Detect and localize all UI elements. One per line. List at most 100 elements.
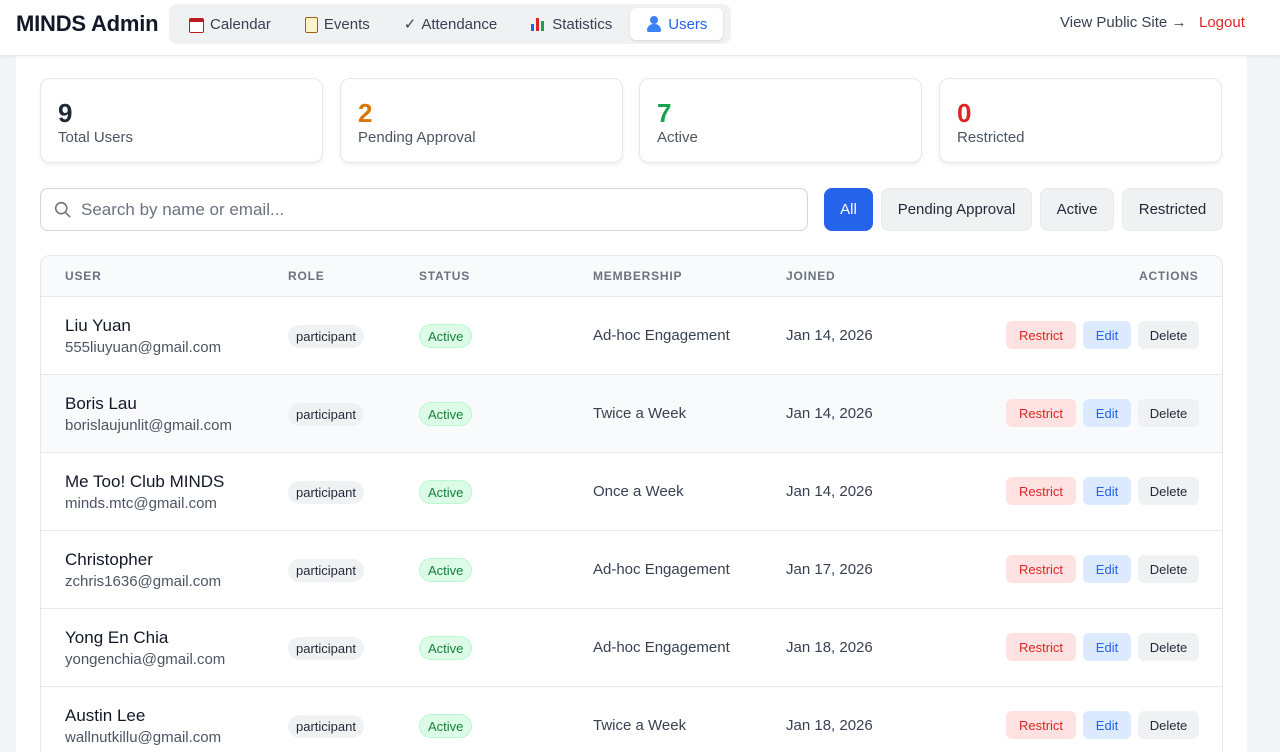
nav-tab-label: Calendar xyxy=(210,15,271,33)
user-email: minds.mtc@gmail.com xyxy=(65,495,217,512)
joined-date: Jan 18, 2026 xyxy=(786,717,873,734)
user-email: yongenchia@gmail.com xyxy=(65,651,226,668)
table-row: Boris Lau borislaujunlit@gmail.com parti… xyxy=(41,375,1222,453)
edit-button[interactable]: Edit xyxy=(1083,633,1131,661)
membership-cell: Ad-hoc Engagement xyxy=(593,327,730,344)
column-header-actions: ACTIONS xyxy=(1139,269,1199,283)
status-badge: Active xyxy=(419,324,473,348)
calendar-icon xyxy=(189,17,204,33)
table-row: Liu Yuan 555liuyuan@gmail.com participan… xyxy=(41,297,1222,375)
delete-button[interactable]: Delete xyxy=(1138,633,1199,661)
stat-card-pending-approval: 2 Pending Approval xyxy=(340,78,623,163)
membership-cell: Ad-hoc Engagement xyxy=(593,561,730,578)
delete-button[interactable]: Delete xyxy=(1138,555,1199,583)
role-badge: participant xyxy=(288,403,364,426)
table-row: Christopher zchris1636@gmail.com partici… xyxy=(41,531,1222,609)
search-icon xyxy=(54,201,71,218)
joined-date: Jan 18, 2026 xyxy=(786,639,873,656)
user-email: zchris1636@gmail.com xyxy=(65,573,222,590)
check-icon: ✓ xyxy=(403,16,417,33)
joined-date: Jan 14, 2026 xyxy=(786,327,873,344)
stat-card-active: 7 Active xyxy=(639,78,922,163)
nav-tab-statistics[interactable]: Statistics xyxy=(515,8,628,40)
edit-button[interactable]: Edit xyxy=(1083,321,1131,349)
nav-tab-calendar[interactable]: Calendar xyxy=(173,8,287,40)
edit-button[interactable]: Edit xyxy=(1083,399,1131,427)
edit-button[interactable]: Edit xyxy=(1083,711,1131,739)
role-badge: participant xyxy=(288,325,364,348)
users-panel: 9 Total Users 2 Pending Approval 7 Activ… xyxy=(16,56,1247,752)
restrict-button[interactable]: Restrict xyxy=(1006,711,1076,739)
column-header-user[interactable]: USER xyxy=(65,269,102,283)
nav-tab-attendance[interactable]: ✓ Attendance xyxy=(388,8,513,40)
delete-button[interactable]: Delete xyxy=(1138,711,1199,739)
delete-button[interactable]: Delete xyxy=(1138,321,1199,349)
column-header-status[interactable]: STATUS xyxy=(419,269,470,283)
nav-tab-events[interactable]: Events xyxy=(289,8,386,40)
bar-chart-icon xyxy=(531,17,546,31)
nav-tab-label: Users xyxy=(668,15,708,33)
status-badge: Active xyxy=(419,402,473,426)
status-badge: Active xyxy=(419,714,473,738)
restrict-button[interactable]: Restrict xyxy=(1006,555,1076,583)
stat-value: 9 xyxy=(58,98,73,128)
user-name: Austin Lee xyxy=(65,706,146,725)
table-row: Me Too! Club MINDS minds.mtc@gmail.com p… xyxy=(41,453,1222,531)
filter-active-button[interactable]: Active xyxy=(1040,188,1114,231)
top-navbar: MINDS Admin Calendar Events ✓ Attendance… xyxy=(0,0,1280,56)
restrict-button[interactable]: Restrict xyxy=(1006,321,1076,349)
joined-date: Jan 14, 2026 xyxy=(786,405,873,422)
role-badge: participant xyxy=(288,481,364,504)
nav-tab-label: Attendance xyxy=(421,15,498,33)
role-badge: participant xyxy=(288,715,364,738)
filter-pending-approval-button[interactable]: Pending Approval xyxy=(881,188,1032,231)
membership-cell: Once a Week xyxy=(593,483,684,500)
stat-card-total-users: 9 Total Users xyxy=(40,78,323,163)
edit-button[interactable]: Edit xyxy=(1083,555,1131,583)
status-badge: Active xyxy=(419,636,473,660)
restrict-button[interactable]: Restrict xyxy=(1006,399,1076,427)
user-email: 555liuyuan@gmail.com xyxy=(65,339,222,356)
table-row: Austin Lee wallnutkillu@gmail.com partic… xyxy=(41,687,1222,752)
view-public-site-link[interactable]: View Public Site → xyxy=(1060,14,1186,31)
user-name: Boris Lau xyxy=(65,394,137,413)
column-header-joined[interactable]: JOINED xyxy=(786,269,835,283)
user-name: Me Too! Club MINDS xyxy=(65,472,225,491)
brand-title[interactable]: MINDS Admin xyxy=(16,11,159,37)
table-row: Yong En Chia yongenchia@gmail.com partic… xyxy=(41,609,1222,687)
stat-label: Restricted xyxy=(957,129,1025,146)
membership-cell: Twice a Week xyxy=(593,717,687,734)
user-name: Yong En Chia xyxy=(65,628,169,647)
nav-tab-label: Events xyxy=(323,15,370,33)
delete-button[interactable]: Delete xyxy=(1138,477,1199,505)
search-input[interactable] xyxy=(81,189,801,230)
stat-value: 2 xyxy=(358,98,373,128)
clipboard-icon xyxy=(304,17,318,33)
status-badge: Active xyxy=(419,558,473,582)
user-icon xyxy=(646,16,662,32)
joined-date: Jan 14, 2026 xyxy=(786,483,873,500)
stat-card-restricted: 0 Restricted xyxy=(939,78,1222,163)
search-box xyxy=(40,188,808,231)
user-email: wallnutkillu@gmail.com xyxy=(65,729,222,746)
filter-all-button[interactable]: All xyxy=(824,188,873,231)
membership-cell: Ad-hoc Engagement xyxy=(593,639,730,656)
delete-button[interactable]: Delete xyxy=(1138,399,1199,427)
user-name: Christopher xyxy=(65,550,153,569)
filter-restricted-button[interactable]: Restricted xyxy=(1122,188,1223,231)
stat-value: 0 xyxy=(957,98,972,128)
restrict-button[interactable]: Restrict xyxy=(1006,477,1076,505)
table-header: USER ROLE STATUS MEMBERSHIP JOINED ACTIO… xyxy=(41,256,1222,297)
nav-tab-label: Statistics xyxy=(552,15,613,33)
nav-tab-users[interactable]: Users xyxy=(630,8,724,40)
membership-cell: Twice a Week xyxy=(593,405,687,422)
stat-value: 7 xyxy=(657,98,672,128)
column-header-membership[interactable]: MEMBERSHIP xyxy=(593,269,682,283)
column-header-role[interactable]: ROLE xyxy=(288,269,325,283)
role-badge: participant xyxy=(288,637,364,660)
users-table: USER ROLE STATUS MEMBERSHIP JOINED ACTIO… xyxy=(40,255,1223,752)
restrict-button[interactable]: Restrict xyxy=(1006,633,1076,661)
logout-button[interactable]: Logout xyxy=(1199,14,1245,31)
edit-button[interactable]: Edit xyxy=(1083,477,1131,505)
stat-label: Active xyxy=(657,129,698,146)
